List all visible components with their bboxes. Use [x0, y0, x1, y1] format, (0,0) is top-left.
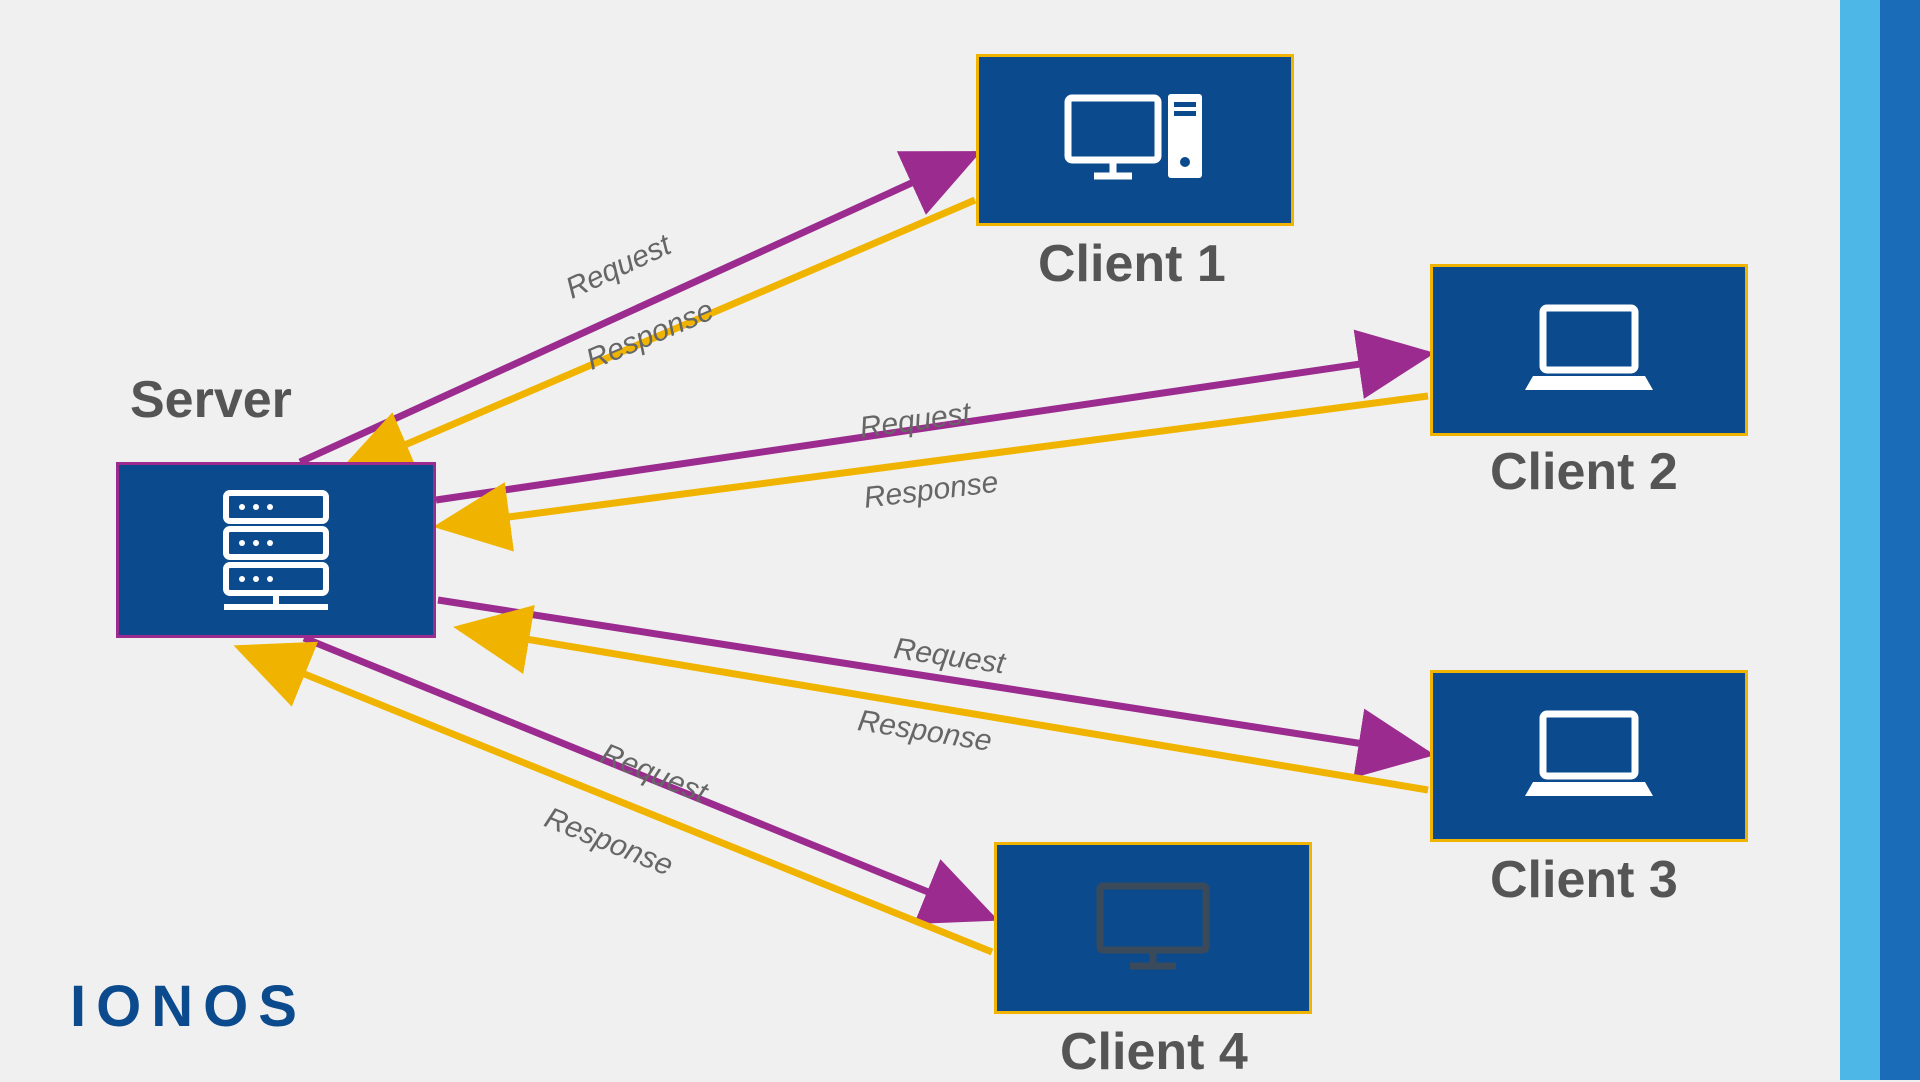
request-label-1: Request — [561, 228, 677, 306]
client4-node — [994, 842, 1312, 1014]
client1-label: Client 1 — [1038, 234, 1226, 294]
client2-node — [1430, 264, 1748, 436]
request-label-2: Request — [858, 397, 973, 446]
laptop-icon — [1519, 298, 1659, 403]
request-label-3: Request — [892, 632, 1007, 681]
server-node — [116, 462, 436, 638]
server-rack-icon — [216, 485, 336, 615]
response-label-2: Response — [862, 466, 1000, 516]
response-label-1: Response — [581, 294, 719, 378]
client1-node — [976, 54, 1294, 226]
response-label-4: Response — [540, 801, 678, 883]
laptop-icon — [1519, 704, 1659, 809]
client4-label: Client 4 — [1060, 1022, 1248, 1082]
client3-label: Client 3 — [1490, 850, 1678, 910]
client2-label: Client 2 — [1490, 442, 1678, 502]
request-label-4: Request — [596, 737, 712, 810]
side-accent-stripe — [1840, 0, 1920, 1080]
ionos-logo: IONOS — [70, 973, 307, 1040]
response-arrow-4 — [240, 648, 992, 952]
desktop-tower-icon — [1060, 88, 1210, 193]
response-label-3: Response — [855, 704, 994, 759]
server-label: Server — [130, 370, 292, 430]
diagram-canvas: Server Client 1 Client 2 Client 3 Client… — [0, 0, 1920, 1080]
client3-node — [1430, 670, 1748, 842]
monitor-icon — [1088, 876, 1218, 981]
